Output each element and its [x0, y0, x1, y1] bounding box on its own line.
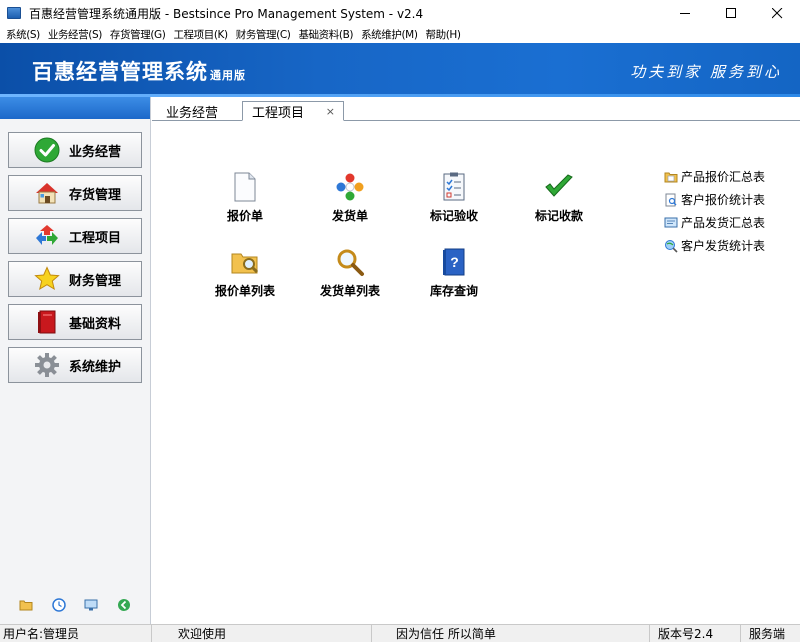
status-bar: 用户名:管理员 欢迎使用 因为信任 所以简单 版本号2.4 服务端	[0, 624, 800, 642]
green-check-icon	[33, 136, 61, 164]
launcher-label: 报价单	[226, 209, 263, 223]
report-customer-delivery-stats[interactable]: 客户发货统计表	[664, 234, 765, 257]
menu-basic-data[interactable]: 基础资料(B)	[294, 27, 357, 42]
monitor-icon[interactable]	[84, 598, 98, 612]
maximize-button[interactable]	[708, 0, 754, 26]
svg-text:?: ?	[450, 254, 459, 270]
menu-inventory[interactable]: 存货管理(G)	[106, 27, 170, 42]
tab-project[interactable]: 工程项目 ×	[242, 101, 344, 121]
report-label: 客户报价统计表	[681, 193, 766, 207]
menu-help[interactable]: 帮助(H)	[422, 27, 465, 42]
folder-doc-icon	[664, 170, 678, 184]
sidebar-item-label: 财务管理	[69, 273, 122, 289]
help-book-icon: ?	[438, 246, 470, 278]
brand-edition: 通用版	[210, 69, 246, 82]
clock-icon[interactable]	[52, 598, 66, 612]
report-product-delivery-summary[interactable]: 产品发货汇总表	[664, 211, 765, 234]
report-label: 产品发货汇总表	[681, 216, 766, 230]
launcher-label: 标记收款	[534, 209, 583, 223]
back-arrow-icon[interactable]	[117, 598, 131, 612]
folder-icon[interactable]	[19, 598, 33, 612]
sidebar-item-finance[interactable]: 财务管理	[8, 261, 142, 297]
menu-business[interactable]: 业务经营(S)	[44, 27, 106, 42]
star-icon	[33, 265, 61, 293]
checklist-icon	[438, 171, 470, 203]
green-checkmark-icon	[543, 171, 575, 203]
gear-icon	[33, 351, 61, 379]
menu-system[interactable]: 系统(S)	[0, 27, 44, 42]
status-version: 版本号2.4	[650, 624, 741, 642]
sidebar-header	[0, 97, 150, 119]
sidebar: 业务经营 存货管理 工程项目 财务管理 基础资料 系统维护	[0, 97, 151, 624]
document-icon	[229, 171, 261, 203]
launcher-mark-accept[interactable]: 标记验收	[409, 171, 499, 224]
sidebar-item-basic-data[interactable]: 基础资料	[8, 304, 142, 340]
sidebar-item-label: 工程项目	[69, 230, 122, 246]
window-title: 百惠经营管理系统通用版 - Bestsince Pro Management S…	[29, 6, 424, 21]
recycle-arrows-icon	[33, 222, 61, 250]
sidebar-toolbar	[0, 598, 150, 612]
sidebar-item-label: 基础资料	[69, 316, 122, 332]
launcher-label: 发货单	[331, 209, 368, 223]
status-mode: 服务端	[749, 627, 786, 641]
sidebar-item-maintenance[interactable]: 系统维护	[8, 347, 142, 383]
sidebar-item-project[interactable]: 工程项目	[8, 218, 142, 254]
house-icon	[33, 179, 61, 207]
window-controls	[662, 0, 800, 26]
launcher-quotation-list[interactable]: 报价单列表	[200, 246, 290, 299]
brand-name: 百惠经营管理系统	[32, 60, 208, 84]
sidebar-item-inventory[interactable]: 存货管理	[8, 175, 142, 211]
tab-business[interactable]: 业务经营	[158, 101, 226, 121]
tab-strip: 业务经营 工程项目 ×	[152, 97, 800, 121]
report-product-quote-summary[interactable]: 产品报价汇总表	[664, 165, 765, 188]
tab-label: 工程项目	[252, 105, 305, 121]
menu-maintenance[interactable]: 系统维护(M)	[357, 27, 421, 42]
close-button[interactable]	[754, 0, 800, 26]
launcher-stock-query[interactable]: ? 库存查询	[409, 246, 499, 299]
project-panel: 报价单 发货单 标记验收 标记收款 报价单列表 发货单列表 ? 库存查询 产品报…	[152, 121, 800, 624]
globe-search-icon	[664, 239, 678, 253]
tab-close-icon[interactable]: ×	[326, 105, 335, 118]
launcher-label: 库存查询	[429, 284, 478, 298]
folder-search-icon	[229, 246, 261, 278]
minimize-button[interactable]	[662, 0, 708, 26]
slogan: 功夫到家 服务到心	[630, 63, 782, 81]
launcher-mark-payment[interactable]: 标记收款	[514, 171, 604, 224]
app-icon	[7, 7, 21, 19]
menu-project[interactable]: 工程项目(K)	[169, 27, 231, 42]
screen-doc-icon	[664, 216, 678, 230]
maximize-icon	[725, 7, 736, 18]
status-welcome: 欢迎使用	[152, 624, 372, 642]
launcher-label: 发货单列表	[319, 284, 380, 298]
launcher-label: 报价单列表	[214, 284, 275, 298]
tab-label: 业务经营	[166, 105, 219, 121]
report-customer-quote-stats[interactable]: 客户报价统计表	[664, 188, 765, 211]
colorful-ring-icon	[334, 171, 366, 203]
sidebar-item-label: 业务经营	[69, 144, 122, 160]
close-icon	[771, 7, 782, 18]
red-book-icon	[33, 308, 61, 336]
magnifier-icon	[334, 246, 366, 278]
doc-search-icon	[664, 193, 678, 207]
launcher-delivery-list[interactable]: 发货单列表	[305, 246, 395, 299]
launcher-delivery[interactable]: 发货单	[305, 171, 395, 224]
brand-title: 百惠经营管理系统 通用版	[32, 56, 246, 86]
sidebar-item-business[interactable]: 业务经营	[8, 132, 142, 168]
launcher-quotation[interactable]: 报价单	[200, 171, 290, 224]
header-banner: 百惠经营管理系统 通用版 功夫到家 服务到心	[0, 43, 800, 97]
status-user: 用户名:管理员	[0, 624, 152, 642]
launcher-label: 标记验收	[429, 209, 478, 223]
sidebar-item-label: 系统维护	[69, 359, 122, 375]
title-bar: 百惠经营管理系统通用版 - Bestsince Pro Management S…	[0, 0, 800, 26]
report-label: 客户发货统计表	[681, 239, 766, 253]
sidebar-item-label: 存货管理	[69, 187, 122, 203]
status-motto: 因为信任 所以简单	[372, 624, 650, 642]
menu-finance[interactable]: 财务管理(C)	[232, 27, 295, 42]
report-label: 产品报价汇总表	[681, 170, 766, 184]
minimize-icon	[679, 12, 690, 14]
report-links: 产品报价汇总表 客户报价统计表 产品发货汇总表 客户发货统计表	[664, 165, 765, 257]
menu-bar: 系统(S) 业务经营(S) 存货管理(G) 工程项目(K) 财务管理(C) 基础…	[0, 26, 800, 42]
